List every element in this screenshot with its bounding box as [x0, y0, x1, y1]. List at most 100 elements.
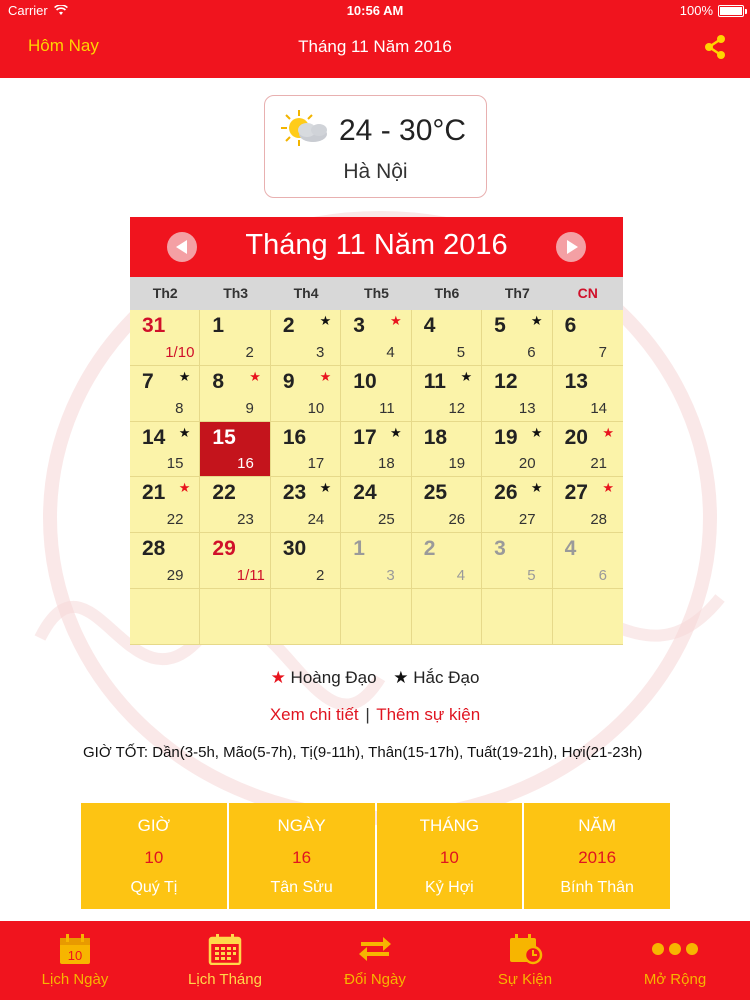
calendar-day-cell[interactable]: 5 6 ★ [482, 310, 553, 366]
next-month-button[interactable] [556, 232, 586, 262]
calendar-empty-cell [341, 589, 412, 645]
weather-card: 24 - 30°C Hà Nội [264, 95, 487, 198]
solar-day-number: 17 [353, 425, 377, 449]
info-can-chi: Kỷ Hợi [425, 879, 474, 896]
calendar-day-cell[interactable]: 16 17 [270, 421, 342, 478]
solar-day-number: 15 [212, 425, 236, 449]
tab-month-calendar[interactable]: Lịch Tháng [150, 921, 300, 1000]
calendar-day-cell[interactable]: 12 13 [482, 365, 553, 422]
lunar-day-number: 10 [307, 399, 325, 417]
bad-day-star-icon: ★ [319, 313, 332, 328]
calendar-day-cell[interactable]: 12 [200, 310, 271, 366]
good-hours-text: GIỜ TỐT: Dần(3-5h, Mão(5-7h), Tị(9-11h),… [83, 744, 643, 761]
info-label: GIỜ [137, 816, 171, 835]
good-day-star-icon: ★ [602, 480, 614, 496]
share-icon[interactable] [702, 34, 728, 60]
calendar-day-cell[interactable]: 7 8 ★ [130, 365, 201, 422]
lunar-day-number: 3 [386, 567, 395, 585]
tab-more[interactable]: Mở Rộng [600, 921, 750, 1000]
solar-day-number: 3 [353, 314, 365, 337]
calendar-day-cell[interactable]: 13 14 [552, 366, 623, 422]
solar-day-number: 7 [142, 369, 154, 393]
solar-day-number: 26 [494, 481, 518, 505]
add-event-link[interactable]: Thêm sự kiện [376, 705, 480, 724]
calendar-day-cell[interactable]: 21 22 ★ [130, 477, 201, 534]
calendar-day-cell[interactable]: 46 [552, 533, 623, 590]
calendar-day-cell[interactable]: 24 [411, 533, 483, 590]
calendar-day-cell[interactable]: 26 27 ★ [482, 477, 553, 534]
calendar-empty-cell [552, 589, 623, 645]
calendar-day-cell[interactable]: 67 [552, 310, 623, 366]
calendar-day-cell[interactable]: 14 15 ★ [130, 421, 201, 478]
bad-day-star-icon: ★ [460, 368, 473, 384]
bad-day-star-icon: ★ [178, 368, 191, 384]
calendar-grid: 31 1/10 1 2 2 3 ★ 3 4 ★ 4 5 5 6 ★ 6 7 7 8 ★ 8 9 ★ 9 10 ★ 10 11 11 12 ★… [130, 310, 623, 645]
weekday-header: Th2 Th3 Th4 Th5 Th6 Th7 CN [130, 277, 623, 310]
calendar-day-cell[interactable]: 20 21 ★ [552, 422, 623, 478]
tab-convert-date[interactable]: Đổi Ngày [300, 921, 450, 1000]
calendar-day-cell[interactable]: 9 10 ★ [270, 365, 342, 422]
calendar-day-cell[interactable]: 23 24 ★ [270, 477, 342, 534]
tab-day-calendar[interactable]: 10 Lịch Ngày [0, 921, 150, 1000]
solar-day-number: 16 [282, 425, 307, 449]
calendar-day-cell[interactable]: 35 [482, 533, 553, 590]
calendar-day-cell[interactable]: 30 2 [270, 533, 342, 590]
calendar-day-cell[interactable]: 18 19 [411, 421, 483, 478]
solar-day-number: 20 [564, 425, 588, 449]
calendar-empty-cell [270, 589, 342, 645]
lunar-day-number: 19 [448, 455, 466, 473]
calendar-day-cell[interactable]: 25 26 [411, 477, 483, 534]
solar-day-number: 2 [282, 314, 295, 337]
bad-day-star-icon: ★ [178, 424, 191, 440]
view-detail-link[interactable]: Xem chi tiết [270, 705, 359, 724]
solar-day-number: 10 [353, 369, 377, 393]
weekday-label: Th2 [152, 285, 178, 301]
battery-percent: 100% [679, 3, 713, 18]
lunar-day-number: 4 [456, 567, 466, 585]
lunar-info-panel: GIỜ 10 Quý Tị NGÀY 16 Tân Sửu THÁNG 10 K… [81, 803, 670, 909]
calendar-day-cell[interactable]: 17 18 ★ [341, 421, 412, 478]
calendar-empty-cell [411, 589, 483, 645]
month-calendar-icon [208, 934, 242, 965]
solar-day-number: 23 [282, 481, 307, 505]
calendar-day-cell[interactable]: 10 11 [341, 365, 412, 422]
calendar-day-cell[interactable]: 24 25 [341, 477, 412, 534]
calendar-day-cell[interactable]: 13 [341, 533, 412, 590]
info-can-chi: Quý Tị [130, 879, 178, 896]
calendar-day-cell[interactable]: 3 4 ★ [341, 310, 412, 366]
weekday-label: Th7 [504, 285, 530, 301]
bad-day-star-icon: ★ [530, 313, 543, 328]
bad-day-star-icon: ★ [319, 480, 332, 496]
lunar-day-number: 1/11 [236, 567, 265, 585]
calendar-day-cell[interactable]: 22 23 [200, 477, 271, 534]
solar-day-number: 1 [353, 537, 365, 561]
calendar-day-cell[interactable]: 27 28 ★ [552, 477, 623, 534]
calendar-day-cell[interactable]: 28 29 [130, 533, 201, 590]
calendar-day-cell[interactable]: 8 9 ★ [200, 365, 271, 422]
solar-day-number: 9 [282, 369, 295, 393]
tab-events[interactable]: Sự Kiện [450, 921, 600, 1000]
lunar-day-number: 17 [307, 455, 325, 473]
calendar-day-cell[interactable]: 45 [411, 310, 483, 366]
solar-day-number: 21 [142, 481, 166, 505]
calendar-day-cell[interactable]: 2 3 ★ [270, 310, 342, 366]
info-value: 2016 [578, 848, 617, 867]
weekday-label: Th3 [223, 285, 249, 301]
calendar-day-cell[interactable]: 29 1/11 [200, 533, 271, 590]
lunar-day-number: 22 [166, 511, 184, 529]
calendar-header: Tháng 11 Năm 2016 [130, 217, 623, 277]
lunar-day-number: 9 [245, 399, 254, 417]
lunar-day-number: 18 [378, 455, 395, 473]
calendar-day-cell[interactable]: 15 16 [200, 421, 271, 478]
lunar-day-number: 8 [175, 399, 184, 417]
lunar-day-number: 24 [307, 511, 325, 529]
calendar-day-cell[interactable]: 19 20 ★ [482, 421, 553, 478]
solar-day-number: 6 [564, 314, 577, 337]
lunar-day-number: 27 [518, 511, 536, 529]
calendar-day-cell[interactable]: 31 1/10 [130, 310, 201, 366]
tab-label: Lịch Ngày [41, 971, 109, 988]
solar-day-number: 27 [564, 481, 588, 505]
info-box-month: THÁNG 10 Kỷ Hợi [376, 803, 523, 909]
lunar-day-number: 21 [590, 455, 607, 473]
calendar-day-cell[interactable]: 11 12 ★ [411, 365, 483, 422]
